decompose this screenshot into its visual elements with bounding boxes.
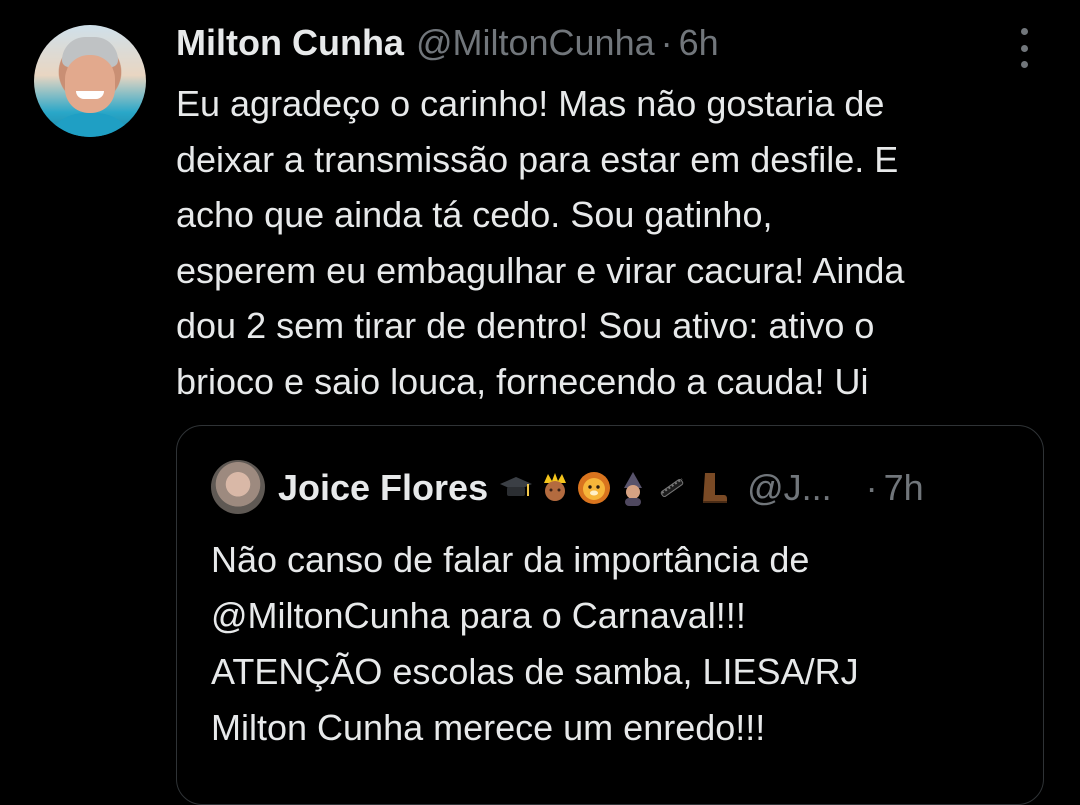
quoted-separator-dot: · [865, 467, 878, 508]
author-handle[interactable]: @MiltonCunha [416, 22, 655, 64]
avatar[interactable] [34, 25, 146, 137]
comb-emoji [660, 478, 684, 498]
quoted-tweet-text: Não canso de falar da importância de @Mi… [211, 539, 859, 748]
tweet[interactable]: Milton Cunha @MiltonCunha · 6h Eu agrade… [0, 0, 1080, 805]
boot-emoji [703, 473, 728, 503]
lion-face-emoji [578, 472, 611, 504]
more-dot-3 [1020, 61, 1028, 68]
name-emojis [498, 470, 729, 506]
separator-dot: · [660, 22, 673, 63]
tweet-header: Milton Cunha @MiltonCunha · 6h [176, 22, 719, 68]
author-name[interactable]: Milton Cunha [176, 22, 404, 64]
avatar-mouth [76, 91, 104, 99]
quoted-tweet-time[interactable]: 7h [884, 467, 924, 509]
quoted-tweet[interactable]: Joice Flores @J... · 7h Não canso de fal… [176, 425, 1044, 805]
prince-emoji [544, 473, 567, 501]
quoted-avatar[interactable] [211, 460, 265, 514]
quoted-author-name[interactable]: Joice Flores [278, 467, 488, 509]
graduation-cap-emoji [500, 477, 533, 496]
more-dot-2 [1020, 44, 1028, 52]
tweet-time[interactable]: 6h [679, 22, 719, 64]
more-dot-1 [1020, 28, 1028, 35]
quoted-author-handle[interactable]: @J... [747, 467, 832, 509]
avatar-face [65, 55, 115, 113]
avatar-shirt [44, 113, 136, 137]
tweet-text: Eu agradeço o carinho! Mas não gostaria … [176, 83, 905, 402]
mage-emoji [624, 472, 643, 506]
quoted-header: Joice Flores @J... · 7h [278, 466, 924, 510]
more-vertical-icon[interactable] [1012, 28, 1036, 68]
